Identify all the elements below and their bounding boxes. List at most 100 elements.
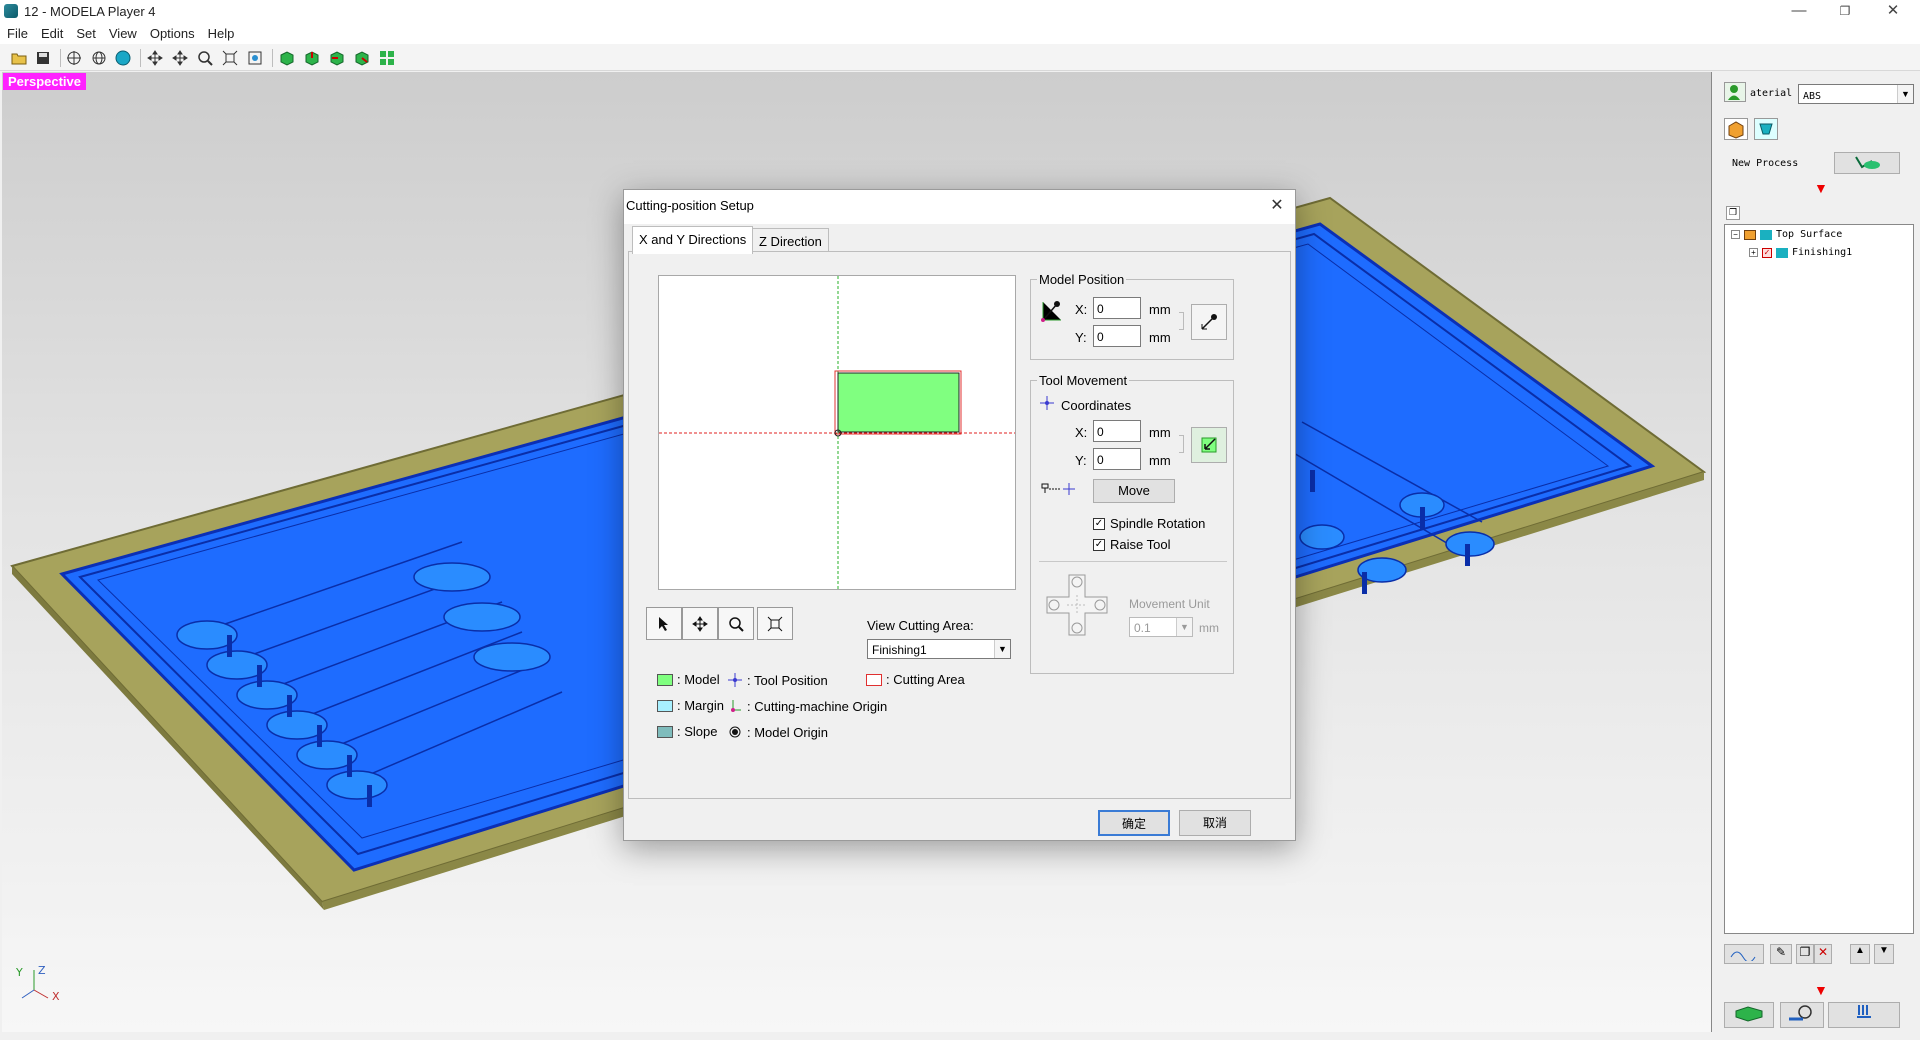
view-multi-icon[interactable] bbox=[377, 48, 397, 68]
view-cube-iso-icon[interactable] bbox=[352, 48, 372, 68]
jog-pad-icon[interactable] bbox=[1045, 573, 1109, 640]
legend-slope: : Slope bbox=[657, 724, 717, 739]
process-panel: aterial ABS ▼ New Process ▼ ❐ − Top Surfa… bbox=[1714, 72, 1920, 1040]
menu-edit[interactable]: Edit bbox=[34, 24, 69, 41]
zoom-tool[interactable] bbox=[718, 607, 754, 640]
view-cube-front-icon[interactable] bbox=[277, 48, 297, 68]
delete-icon[interactable]: ✕ bbox=[1814, 944, 1832, 964]
chevron-down-icon: ▼ bbox=[1897, 85, 1913, 103]
menu-file[interactable]: File bbox=[0, 24, 34, 41]
coordinates-label: Coordinates bbox=[1061, 398, 1132, 413]
legend-model-origin: : Model Origin bbox=[727, 724, 828, 740]
move-button[interactable]: Move bbox=[1093, 479, 1175, 503]
tool-y-input[interactable] bbox=[1093, 448, 1141, 470]
tool-movement-group: Tool Movement Coordinates X: mm Y: mm Mo… bbox=[1030, 373, 1234, 674]
tree-item-finishing1[interactable]: + ✓ Finishing1 bbox=[1749, 247, 1852, 258]
move-down-icon[interactable]: ▼ bbox=[1874, 944, 1894, 964]
menu-bar: File Edit Set View Options Help bbox=[0, 24, 1920, 44]
model-position-group: Model Position X: mm Y: mm bbox=[1030, 272, 1234, 360]
model-x-input[interactable] bbox=[1093, 297, 1141, 319]
model-origin-icon bbox=[729, 726, 741, 738]
tool-to-position-icon bbox=[1039, 481, 1079, 500]
fit-tool[interactable] bbox=[757, 607, 793, 640]
material-label: aterial bbox=[1750, 88, 1793, 99]
view-cutting-area-select[interactable]: Finishing1 ▼ bbox=[867, 639, 1011, 659]
model-x-unit: mm bbox=[1149, 302, 1171, 317]
dialog-title: Cutting-position Setup bbox=[626, 198, 754, 213]
position-preview[interactable] bbox=[658, 275, 1016, 590]
menu-view[interactable]: View bbox=[102, 24, 143, 41]
menu-help[interactable]: Help bbox=[201, 24, 241, 41]
view-globe-icon[interactable] bbox=[89, 48, 109, 68]
path-view-button[interactable] bbox=[1724, 944, 1764, 964]
copy-icon[interactable]: ❐ bbox=[1796, 944, 1814, 964]
chevron-down-icon: ▼ bbox=[1176, 618, 1192, 636]
process-icon bbox=[1776, 247, 1788, 258]
svg-text:Y: Y bbox=[15, 966, 23, 979]
view-cutting-area-label: View Cutting Area: bbox=[867, 618, 974, 633]
legend-machine-origin: : Cutting-machine Origin bbox=[727, 698, 887, 714]
pan-icon[interactable] bbox=[170, 48, 190, 68]
svg-text:X: X bbox=[52, 990, 60, 1003]
close-window-button[interactable]: ✕ bbox=[1870, 0, 1916, 24]
fit-view-icon[interactable] bbox=[220, 48, 240, 68]
dialog-title-bar: Cutting-position Setup ✕ bbox=[624, 190, 1295, 224]
tool-x-unit: mm bbox=[1149, 425, 1171, 440]
tool-position-icon bbox=[728, 673, 742, 687]
model-position-title: Model Position bbox=[1037, 272, 1127, 287]
folder-icon bbox=[1744, 229, 1756, 240]
move-to-origin-button[interactable] bbox=[1191, 427, 1227, 463]
model-origin-move-icon bbox=[1039, 298, 1063, 327]
save-icon[interactable] bbox=[33, 48, 53, 68]
view-crosshair-icon[interactable] bbox=[64, 48, 84, 68]
tree-tab-icon[interactable]: ❐ bbox=[1726, 206, 1740, 220]
menu-set[interactable]: Set bbox=[69, 24, 102, 41]
cutting-position-dialog: Cutting-position Setup ✕ X and Y Directi… bbox=[623, 189, 1296, 841]
view-cube-side-icon[interactable] bbox=[327, 48, 347, 68]
checkbox-checked-icon[interactable]: ✓ bbox=[1762, 247, 1772, 258]
menu-options[interactable]: Options bbox=[143, 24, 201, 41]
material-person-icon[interactable] bbox=[1724, 82, 1746, 102]
raise-tool-checkbox[interactable]: ✓ Raise Tool bbox=[1093, 537, 1170, 552]
set-model-origin-button[interactable] bbox=[1191, 304, 1227, 340]
spindle-rotation-checkbox[interactable]: ✓ Spindle Rotation bbox=[1093, 516, 1205, 531]
zoom-area-icon[interactable] bbox=[245, 48, 265, 68]
minimize-button[interactable]: — bbox=[1776, 0, 1822, 24]
xy-tab-page: View Cutting Area: Finishing1 ▼ : Model :… bbox=[628, 251, 1291, 799]
dialog-close-button[interactable]: ✕ bbox=[1265, 194, 1289, 218]
process-tree[interactable]: − Top Surface + ✓ Finishing1 bbox=[1724, 224, 1914, 934]
tree-item-top-surface[interactable]: − Top Surface bbox=[1731, 229, 1842, 240]
app-icon bbox=[4, 4, 18, 18]
machine-origin-icon bbox=[731, 700, 741, 712]
arrow-down-2-icon: ▼ bbox=[1814, 982, 1828, 998]
rotate-icon[interactable] bbox=[145, 48, 165, 68]
edit-process-icon[interactable]: ✎ bbox=[1770, 944, 1792, 964]
model-y-input[interactable] bbox=[1093, 325, 1141, 347]
movement-unit-select[interactable]: 0.1 ▼ bbox=[1129, 617, 1193, 637]
cancel-button[interactable]: 取消 bbox=[1179, 810, 1251, 836]
tool-x-input[interactable] bbox=[1093, 420, 1141, 442]
view-cube-top-icon[interactable] bbox=[302, 48, 322, 68]
render-sphere-icon[interactable] bbox=[113, 48, 133, 68]
tab-z-direction[interactable]: Z Direction bbox=[752, 228, 829, 252]
ok-button[interactable]: 确定 bbox=[1098, 810, 1170, 836]
move-up-icon[interactable]: ▲ bbox=[1850, 944, 1870, 964]
tab-xy-directions[interactable]: X and Y Directions bbox=[632, 226, 754, 254]
cut-preview-button[interactable] bbox=[1724, 1002, 1774, 1028]
select-arrow-tool[interactable] bbox=[646, 607, 682, 640]
open-folder-icon[interactable] bbox=[9, 48, 29, 68]
material-select[interactable]: ABS ▼ bbox=[1798, 84, 1914, 104]
new-process-button[interactable] bbox=[1834, 152, 1900, 174]
window-title: 12 - MODELA Player 4 bbox=[24, 4, 156, 19]
preview-button[interactable] bbox=[1780, 1002, 1824, 1028]
title-bar: 12 - MODELA Player 4 — ❐ ✕ bbox=[0, 0, 1920, 24]
workpiece-box-icon[interactable] bbox=[1724, 118, 1748, 140]
cut-button[interactable] bbox=[1828, 1002, 1900, 1028]
movement-unit-label: Movement Unit bbox=[1129, 597, 1210, 611]
zoom-icon[interactable] bbox=[195, 48, 215, 68]
restore-button[interactable]: ❐ bbox=[1822, 0, 1868, 24]
chevron-down-icon: ▼ bbox=[994, 640, 1010, 658]
tool-y-label: Y: bbox=[1075, 453, 1087, 468]
tool-cup-icon[interactable] bbox=[1754, 118, 1778, 140]
pan-tool[interactable] bbox=[682, 607, 718, 640]
